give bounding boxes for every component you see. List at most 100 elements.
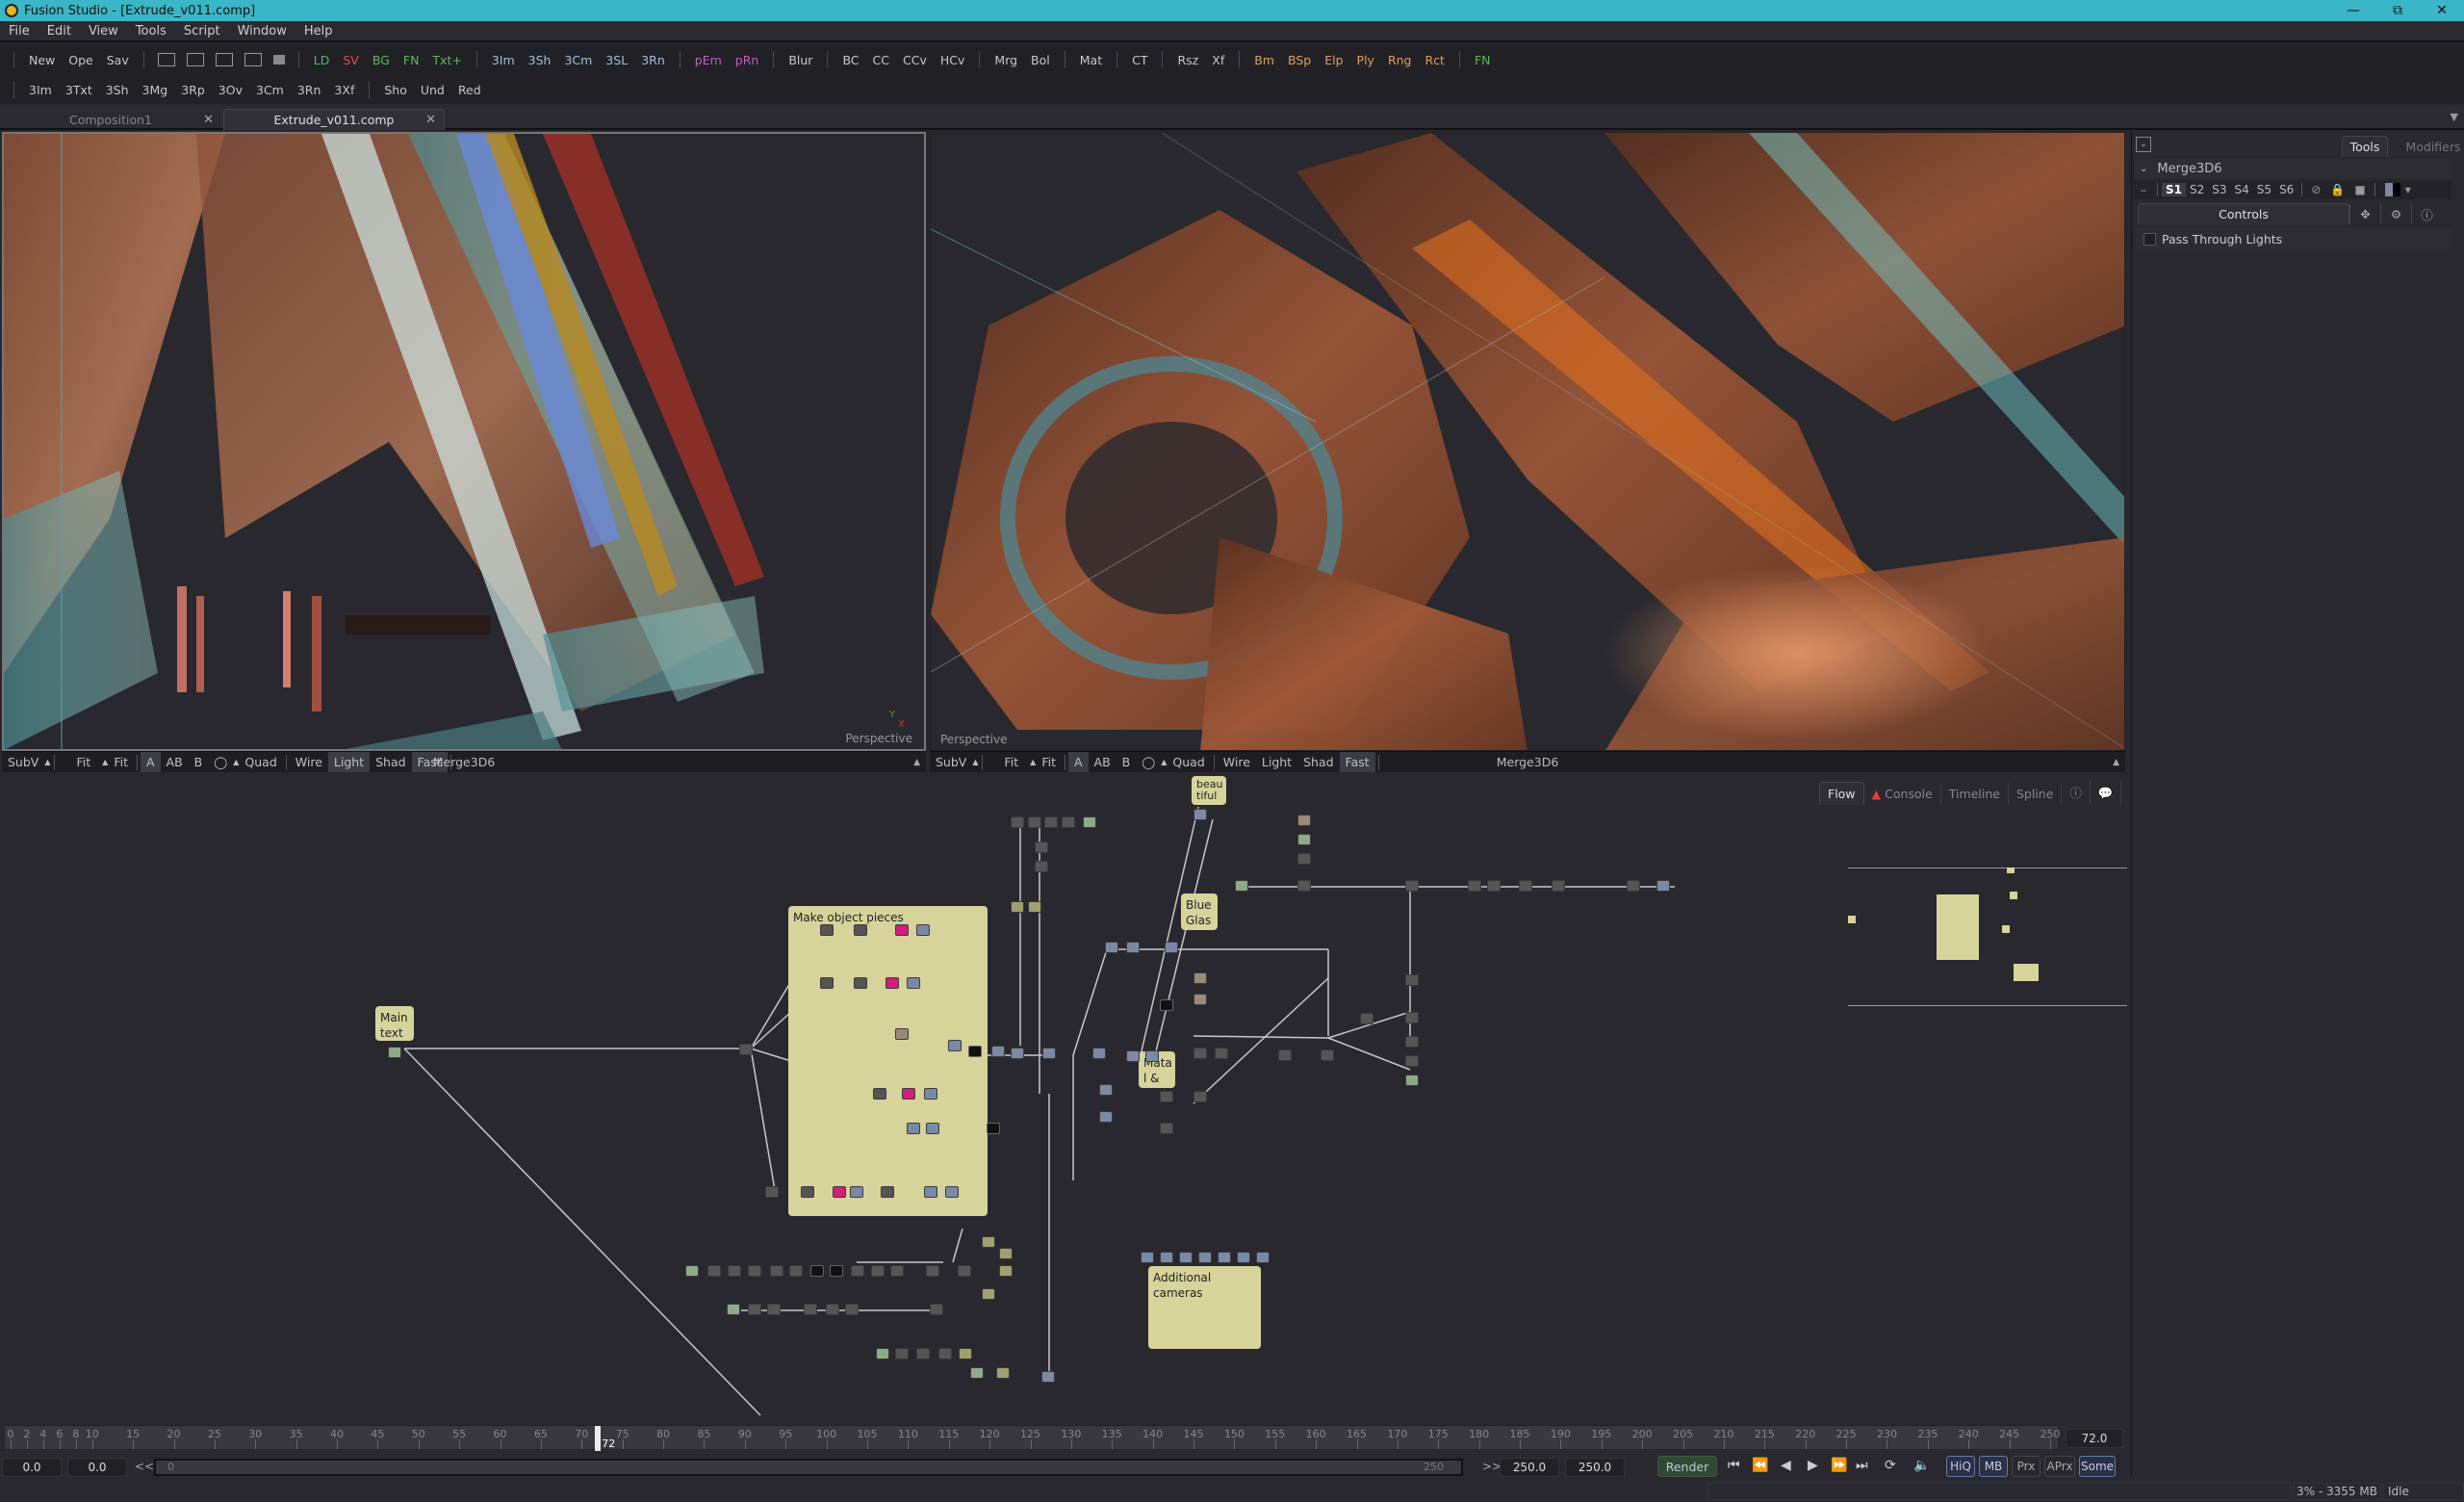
flow-node[interactable]: [871, 1265, 885, 1277]
tool-button-bsp[interactable]: BSp: [1281, 53, 1318, 67]
tool-button-ply[interactable]: Ply: [1350, 53, 1381, 67]
render-start-field[interactable]: 0.0: [67, 1458, 127, 1477]
render-range-slider[interactable]: 0 250: [154, 1459, 1463, 1476]
render-end-field[interactable]: 250.0: [1500, 1458, 1559, 1477]
playhead[interactable]: [595, 1426, 602, 1451]
flow-node[interactable]: [1194, 1091, 1207, 1102]
undo-button[interactable]: Und: [414, 83, 451, 97]
quad-view-button[interactable]: Quad: [1167, 752, 1210, 772]
flow-node[interactable]: [1083, 816, 1096, 828]
flow-node[interactable]: [765, 1186, 779, 1198]
flow-node[interactable]: [1028, 901, 1041, 913]
flow-node[interactable]: [748, 1265, 761, 1277]
fit-button[interactable]: Fit: [999, 752, 1025, 772]
flow-node[interactable]: [1405, 1036, 1419, 1048]
flow-node[interactable]: [945, 1186, 959, 1198]
flow-node[interactable]: [1297, 853, 1311, 865]
flow-node[interactable]: [854, 977, 867, 989]
note-beautiful[interactable]: beau tiful: [1192, 776, 1226, 805]
disable-icon[interactable]: ⊘: [2306, 183, 2325, 196]
go-to-start-icon[interactable]: ⏮: [1728, 1458, 1740, 1473]
tab-tools[interactable]: Tools: [2342, 136, 2388, 157]
flow-node[interactable]: [1126, 1050, 1140, 1062]
comments-icon[interactable]: 💬: [2091, 782, 2122, 805]
tool-button-pem[interactable]: pEm: [688, 53, 729, 67]
tab-spline[interactable]: Spline: [2009, 783, 2063, 805]
group-make-object-pieces[interactable]: Make object pieces: [788, 906, 988, 1216]
flow-node[interactable]: [1237, 1252, 1250, 1263]
tabs-dropdown-icon[interactable]: ▼: [2451, 111, 2458, 123]
tool-button-ld[interactable]: LD: [307, 53, 337, 67]
fast-render-button[interactable]: Fast: [1339, 752, 1375, 772]
slot-s2[interactable]: S2: [2186, 183, 2208, 196]
tool-button-3cm[interactable]: 3Cm: [557, 53, 599, 67]
flow-node[interactable]: [388, 1047, 401, 1058]
flow-node[interactable]: [982, 1236, 995, 1248]
tool-button-xf[interactable]: Xf: [1205, 53, 1231, 67]
flow-node[interactable]: [851, 1265, 864, 1277]
layout-split-vertical-icon[interactable]: [186, 53, 204, 66]
flow-node[interactable]: [1160, 1252, 1173, 1263]
flow-node[interactable]: [924, 1088, 937, 1100]
flow-node[interactable]: [1468, 880, 1481, 892]
flow-node[interactable]: [1194, 1048, 1207, 1059]
inspector-node-header[interactable]: ⌄ Merge3D6: [2134, 159, 2451, 178]
flow-node[interactable]: [1360, 1013, 1373, 1024]
flow-node[interactable]: [1165, 942, 1178, 953]
tool-button-3txt[interactable]: 3Txt: [59, 83, 99, 97]
stereo-glasses-icon[interactable]: ◯: [208, 752, 233, 772]
flow-node[interactable]: [1297, 880, 1311, 892]
flow-node[interactable]: [707, 1265, 721, 1277]
flow-node[interactable]: [854, 924, 867, 936]
close-tab-icon[interactable]: ✕: [425, 113, 436, 127]
flow-node[interactable]: [770, 1265, 783, 1277]
flow-node[interactable]: [1656, 880, 1670, 892]
flow-node[interactable]: [982, 1288, 995, 1300]
view-ab-button[interactable]: AB: [1089, 752, 1116, 772]
flow-node[interactable]: [1028, 816, 1041, 828]
lighting-button[interactable]: Light: [327, 752, 371, 772]
tool-button-cc[interactable]: CC: [866, 53, 896, 67]
flow-node[interactable]: [1405, 1075, 1419, 1086]
flow-node[interactable]: [767, 1304, 781, 1315]
tool-button-sv[interactable]: SV: [336, 53, 366, 67]
tab-composition1[interactable]: Composition1 ✕: [0, 109, 221, 130]
minimize-button[interactable]: —: [2331, 3, 2375, 18]
flow-node[interactable]: [850, 1186, 863, 1198]
menu-help[interactable]: Help: [295, 24, 342, 39]
flow-node[interactable]: [739, 1044, 753, 1055]
stereo-glasses-icon[interactable]: ◯: [1136, 752, 1161, 772]
viewer-right[interactable]: Perspective: [930, 132, 2125, 751]
layout-quad-icon[interactable]: [244, 53, 262, 66]
flow-node[interactable]: [1035, 842, 1048, 853]
tool-button-bc[interactable]: BC: [835, 53, 865, 67]
menu-edit[interactable]: Edit: [38, 24, 80, 39]
save-settings-icon[interactable]: ■: [2349, 183, 2370, 196]
fit-menu-button[interactable]: Fit: [1036, 752, 1062, 772]
flow-node[interactable]: [907, 977, 920, 989]
wireframe-button[interactable]: Wire: [1218, 752, 1256, 772]
audio-icon[interactable]: 🔈: [1913, 1458, 1930, 1473]
flow-node[interactable]: [1405, 1012, 1419, 1023]
flow-node[interactable]: [1552, 880, 1565, 892]
tool-button-3ov[interactable]: 3Ov: [212, 83, 249, 97]
flow-node[interactable]: [1035, 861, 1048, 872]
restore-button[interactable]: ⧉: [2375, 3, 2420, 18]
lighting-button[interactable]: Light: [1256, 752, 1297, 772]
flow-node[interactable]: [1627, 880, 1640, 892]
settings-gear-icon[interactable]: ⚙: [2380, 203, 2411, 224]
subview-button[interactable]: SubV: [2, 752, 44, 772]
flow-node[interactable]: [1215, 1048, 1228, 1059]
tool-button-3im[interactable]: 3Im: [22, 83, 59, 97]
flow-node[interactable]: [916, 924, 930, 936]
flow-node[interactable]: [748, 1304, 761, 1315]
flow-node[interactable]: [1487, 880, 1501, 892]
flow-node[interactable]: [1092, 1048, 1106, 1059]
wireframe-button[interactable]: Wire: [290, 752, 328, 772]
range-start-arrows-icon[interactable]: <<: [135, 1460, 154, 1473]
flow-node[interactable]: [926, 1265, 939, 1277]
flow-node[interactable]: [1519, 880, 1532, 892]
viewer-menu-arrow-icon[interactable]: ▲: [2113, 758, 2119, 767]
tool-button-rng[interactable]: Rng: [1381, 53, 1419, 67]
flow-node[interactable]: [958, 1265, 971, 1277]
